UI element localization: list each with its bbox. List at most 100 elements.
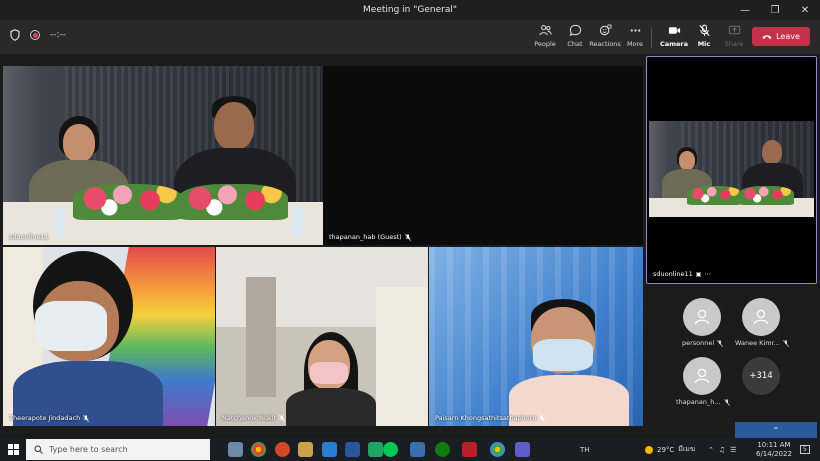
mic-label: Mic xyxy=(697,40,711,48)
overflow-count: +314 xyxy=(749,371,773,381)
overflow-participants-button[interactable]: +314 xyxy=(742,357,780,395)
video-tile-theerapote[interactable]: Theerapote Jindadach xyxy=(3,247,215,426)
edge-icon[interactable] xyxy=(322,442,337,457)
more-label: More xyxy=(626,40,644,48)
network-icon[interactable]: ☰ xyxy=(730,446,736,454)
mic-off-icon xyxy=(539,414,546,422)
video-stage: sduonline11 thapanan_hab (Guest) Theerap… xyxy=(0,54,820,438)
minimize-icon[interactable]: — xyxy=(730,0,760,20)
file-explorer-icon[interactable] xyxy=(298,442,313,457)
chrome-icon[interactable] xyxy=(490,442,505,457)
start-button[interactable] xyxy=(0,438,26,461)
date: 6/14/2022 xyxy=(756,449,792,458)
leave-button[interactable]: Leave xyxy=(752,27,810,46)
toolbar-divider xyxy=(651,28,652,48)
close-icon[interactable]: ✕ xyxy=(790,0,820,20)
reactions-button[interactable]: Reactions xyxy=(588,24,622,52)
more-icon xyxy=(630,29,640,32)
name-tag: Paisarn Khongsathitsathaphorn xyxy=(435,414,546,422)
more-options-icon[interactable]: ⋯ xyxy=(704,270,711,278)
flower-arrangement xyxy=(178,184,288,220)
share-button[interactable]: Share xyxy=(717,24,751,52)
person-natchanok xyxy=(276,332,376,426)
window-controls: — ❐ ✕ xyxy=(730,0,820,20)
name-tag: Natchanok Nukit xyxy=(222,414,285,422)
excel-icon[interactable] xyxy=(368,442,383,457)
share-icon xyxy=(728,25,740,35)
avatar-personnel[interactable] xyxy=(683,298,721,336)
line-icon[interactable] xyxy=(383,442,398,457)
face-mask xyxy=(310,362,348,384)
video-tile-thapanan-guest[interactable]: thapanan_hab (Guest) xyxy=(323,66,643,245)
search-placeholder: Type here to search xyxy=(49,445,128,454)
weather-widget[interactable]: 29°C มีเมฆ xyxy=(645,438,695,461)
mic-off-icon xyxy=(279,414,285,422)
people-icon xyxy=(538,25,552,36)
video-tile-natchanok[interactable]: Natchanok Nukit xyxy=(216,247,428,426)
shield-icon xyxy=(10,29,20,41)
notification-count: 5 xyxy=(800,445,810,454)
reactions-label: Reactions xyxy=(589,40,621,48)
time: 10:11 AM xyxy=(757,440,791,449)
person-icon xyxy=(694,309,710,325)
chrome-icon[interactable] xyxy=(251,442,266,457)
people-label: People xyxy=(534,40,556,48)
participant-label: Wanee Kimr... xyxy=(735,339,789,347)
people-button[interactable]: People xyxy=(528,24,562,52)
weather-desc: มีเมฆ xyxy=(678,445,696,453)
mic-off-icon xyxy=(83,414,90,422)
avatar-thapanan[interactable] xyxy=(683,357,721,395)
search-icon xyxy=(34,445,43,454)
pinned-video-frame xyxy=(649,121,814,217)
water-bottle xyxy=(293,207,303,237)
chevron-up-icon[interactable]: ⌃ xyxy=(708,446,714,454)
app-icon[interactable] xyxy=(462,442,477,457)
flower-arrangement xyxy=(73,184,183,220)
restore-icon[interactable]: ❐ xyxy=(760,0,790,20)
avatar-wanee[interactable] xyxy=(742,298,780,336)
collapse-panel-button[interactable]: ⌃ xyxy=(735,422,817,438)
meeting-timer: --:-- xyxy=(50,30,67,40)
powerpoint-icon[interactable] xyxy=(275,442,290,457)
taskbar-search[interactable]: Type here to search xyxy=(26,439,210,460)
windows-taskbar: Type here to search TH 29°C มีเมฆ ⌃ ♫ ☰ … xyxy=(0,438,820,461)
camera-button[interactable]: Camera xyxy=(657,24,691,52)
clock[interactable]: 10:11 AM 6/14/2022 xyxy=(756,438,792,461)
name-tag: sduonline11 xyxy=(9,233,49,241)
weather-temp: 29°C xyxy=(657,445,675,454)
video-tile-paisarn[interactable]: Paisarn Khongsathitsathaphorn xyxy=(429,247,643,426)
title-bar: Meeting in "General" — ❐ ✕ xyxy=(0,0,820,20)
door xyxy=(376,287,428,426)
recording-icon xyxy=(30,30,40,40)
reactions-icon xyxy=(599,24,611,36)
language-indicator[interactable]: TH xyxy=(580,438,590,461)
chat-button[interactable]: Chat xyxy=(558,24,592,52)
chat-icon xyxy=(569,24,581,37)
system-tray: ⌃ ♫ ☰ xyxy=(708,438,736,461)
word-icon[interactable] xyxy=(345,442,360,457)
video-tile-sduonline11[interactable]: sduonline11 xyxy=(3,66,323,245)
name-tag: Theerapote Jindadach xyxy=(9,414,90,422)
mic-off-icon xyxy=(404,233,411,241)
mic-off-icon xyxy=(717,339,724,347)
taskview-icon[interactable] xyxy=(228,442,243,457)
mic-off-icon xyxy=(723,398,730,406)
calculator-icon[interactable] xyxy=(410,442,425,457)
camera-icon xyxy=(668,27,680,34)
notifications-button[interactable]: 5 xyxy=(800,438,810,461)
wall-panel xyxy=(246,277,276,397)
face-mask xyxy=(533,339,593,371)
xbox-icon[interactable] xyxy=(435,442,450,457)
mic-off-icon xyxy=(782,339,789,347)
volume-icon[interactable]: ♫ xyxy=(719,446,725,454)
pinned-video-tile[interactable]: sduonline11 ▣ ⋯ xyxy=(646,56,817,284)
window-title: Meeting in "General" xyxy=(363,5,457,15)
more-button[interactable]: More xyxy=(618,24,652,52)
mic-button[interactable]: Mic xyxy=(687,24,721,52)
sun-icon xyxy=(645,445,653,454)
person-icon xyxy=(753,309,769,325)
meeting-toolbar: --:-- People Chat Reactions More Camera … xyxy=(0,20,820,54)
name-tag: thapanan_hab (Guest) xyxy=(329,233,411,241)
camera-label: Camera xyxy=(660,40,688,48)
teams-icon[interactable] xyxy=(515,442,530,457)
